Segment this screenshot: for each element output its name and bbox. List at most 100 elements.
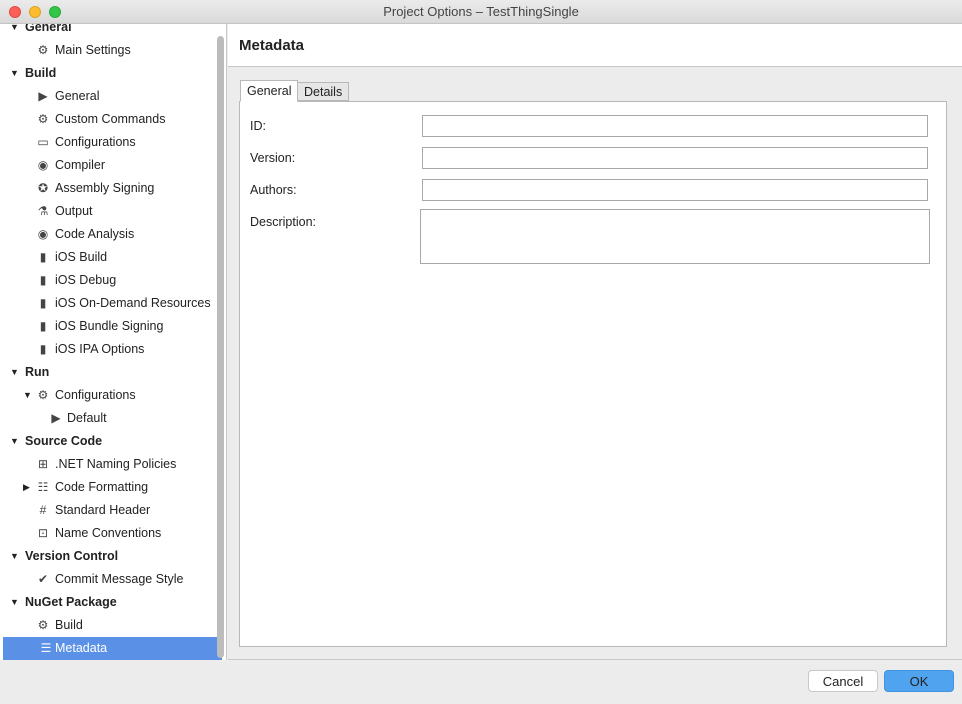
tree-item-label: Build	[25, 66, 57, 80]
collapsed-arrow-icon[interactable]: ▶	[23, 476, 30, 499]
tree-item-label: Standard Header	[55, 503, 151, 517]
radio-target-icon: ◉	[37, 227, 49, 241]
authors-label: Authors:	[250, 183, 297, 197]
tree-item-label: iOS IPA Options	[55, 342, 145, 356]
gear-icon: ⚙	[37, 43, 49, 57]
tree-item[interactable]: ▶ ☷ Code Formatting	[0, 476, 226, 499]
ok-button[interactable]: OK	[884, 670, 954, 692]
tree-item[interactable]: ☰ Metadata	[3, 637, 222, 660]
tree-item[interactable]: ▮ iOS On-Demand Resources	[0, 292, 226, 315]
gear-icon: ⚙	[37, 388, 49, 402]
tree-item[interactable]: ▭ Configurations	[0, 131, 226, 154]
authors-input[interactable]	[422, 179, 928, 201]
tree-item[interactable]: ▮ iOS Bundle Signing	[0, 315, 226, 338]
tree-item[interactable]: ✔ Commit Message Style	[0, 568, 226, 591]
id-input[interactable]	[422, 115, 928, 137]
tree-item-label: Build	[55, 618, 83, 632]
flask-icon: ⚗	[37, 204, 49, 218]
tree-item[interactable]: ▶ Default	[0, 407, 226, 430]
expand-arrow-icon[interactable]: ▼	[10, 545, 19, 568]
expand-arrow-icon[interactable]: ▼	[10, 591, 19, 614]
description-textarea[interactable]	[420, 209, 930, 264]
tree-item-label: Run	[25, 365, 50, 379]
tree-item-label: iOS Bundle Signing	[55, 319, 164, 333]
tree-item-label: iOS Build	[55, 250, 108, 264]
tree-item-label: General	[55, 89, 100, 103]
tree-item[interactable]: ▼ NuGet Package	[0, 591, 226, 614]
tree-item-label: Assembly Signing	[55, 181, 155, 195]
tree-item-label: Configurations	[55, 135, 136, 149]
tree-item-label: Default	[67, 411, 107, 425]
tab-general[interactable]: General	[240, 80, 299, 102]
ab-icon: ⊞	[37, 457, 49, 471]
play-icon: ▶	[51, 411, 61, 425]
expand-arrow-icon[interactable]: ▼	[10, 62, 19, 85]
document-icon: ☰	[40, 641, 52, 655]
tree-item[interactable]: ▮ iOS IPA Options	[0, 338, 226, 361]
description-label: Description:	[250, 215, 316, 229]
id-label: ID:	[250, 119, 266, 133]
tree-item-label: Name Conventions	[55, 526, 162, 540]
phone-icon: ▮	[39, 319, 47, 333]
zoom-button[interactable]	[49, 6, 61, 18]
gear-icon: ⚙	[37, 112, 49, 126]
tree-item[interactable]: # Standard Header	[0, 499, 226, 522]
tree-item-label: Output	[55, 204, 93, 218]
tree-item[interactable]: ✪ Assembly Signing	[0, 177, 226, 200]
tree-item[interactable]: ▮ iOS Build	[0, 246, 226, 269]
tree-item-label: NuGet Package	[25, 595, 117, 609]
cancel-button[interactable]: Cancel	[808, 670, 878, 692]
page-title: Metadata	[228, 24, 962, 67]
footer-divider	[228, 659, 962, 660]
window-title: Project Options – TestThingSingle	[383, 4, 579, 19]
tree-item-label: Configurations	[55, 388, 136, 402]
expand-arrow-icon[interactable]: ▼	[10, 430, 19, 453]
tree-item[interactable]: ⚙ Custom Commands	[0, 108, 226, 131]
tree-item[interactable]: ▼ Build	[0, 62, 226, 85]
tree-item[interactable]: ⊡ Name Conventions	[0, 522, 226, 545]
tree-item[interactable]: ⚙ Main Settings	[0, 39, 226, 62]
tree-item[interactable]: ◉ Code Analysis	[0, 223, 226, 246]
expand-arrow-icon[interactable]: ▼	[10, 24, 19, 39]
ir-icon: ⊡	[37, 526, 49, 540]
tree-item-label: General	[25, 24, 72, 34]
check-circle-icon: ✔	[37, 572, 49, 586]
tree-item[interactable]: ◉ Compiler	[0, 154, 226, 177]
tree-item[interactable]: ⚗ Output	[0, 200, 226, 223]
close-button[interactable]	[9, 6, 21, 18]
title-bar: Project Options – TestThingSingle	[0, 0, 962, 24]
tree-item-label: Main Settings	[55, 43, 131, 57]
expand-arrow-icon[interactable]: ▼	[10, 361, 19, 384]
tree-item[interactable]: ⊞ .NET Naming Policies	[0, 453, 226, 476]
tree-item[interactable]: ▼ General	[0, 24, 226, 39]
hash-file-icon: #	[39, 503, 47, 517]
tree-item-label: Code Formatting	[55, 480, 149, 494]
tree-item-label: iOS On-Demand Resources	[55, 296, 211, 310]
phone-icon: ▮	[39, 250, 47, 264]
minimize-button[interactable]	[29, 6, 41, 18]
tree-item-label: iOS Debug	[55, 273, 117, 287]
gear-icon: ⚙	[37, 618, 49, 632]
sidebar-scrollbar[interactable]	[217, 36, 224, 658]
tree-item[interactable]: ▶ General	[0, 85, 226, 108]
version-input[interactable]	[422, 147, 928, 169]
tree-item[interactable]: ▼ Version Control	[0, 545, 226, 568]
options-tree: ▼ General ⚙ Main Settings ▼ Build ▶ General ⚙ Cus…	[0, 24, 227, 660]
phone-icon: ▮	[39, 342, 47, 356]
tree-item[interactable]: ▼ Run	[0, 361, 226, 384]
tree-item[interactable]: ▼ ⚙ Configurations	[0, 384, 226, 407]
tree-item-label: Commit Message Style	[55, 572, 184, 586]
tree-item-label: .NET Naming Policies	[55, 457, 177, 471]
expand-arrow-icon[interactable]: ▼	[23, 384, 32, 407]
tree-item-label: Compiler	[55, 158, 106, 172]
tree-item[interactable]: ▼ Source Code	[0, 430, 226, 453]
phone-icon: ▮	[39, 296, 47, 310]
robot-icon: ◉	[37, 158, 49, 172]
play-bar-icon: ▶	[38, 89, 48, 103]
tab-details[interactable]: Details	[297, 82, 350, 101]
tree-item[interactable]: ▮ iOS Debug	[0, 269, 226, 292]
tree-item[interactable]: ⚙ Build	[0, 614, 226, 637]
format-icon: ☷	[37, 480, 49, 494]
window-icon: ▭	[37, 135, 49, 149]
tree-item-label: Custom Commands	[55, 112, 166, 126]
